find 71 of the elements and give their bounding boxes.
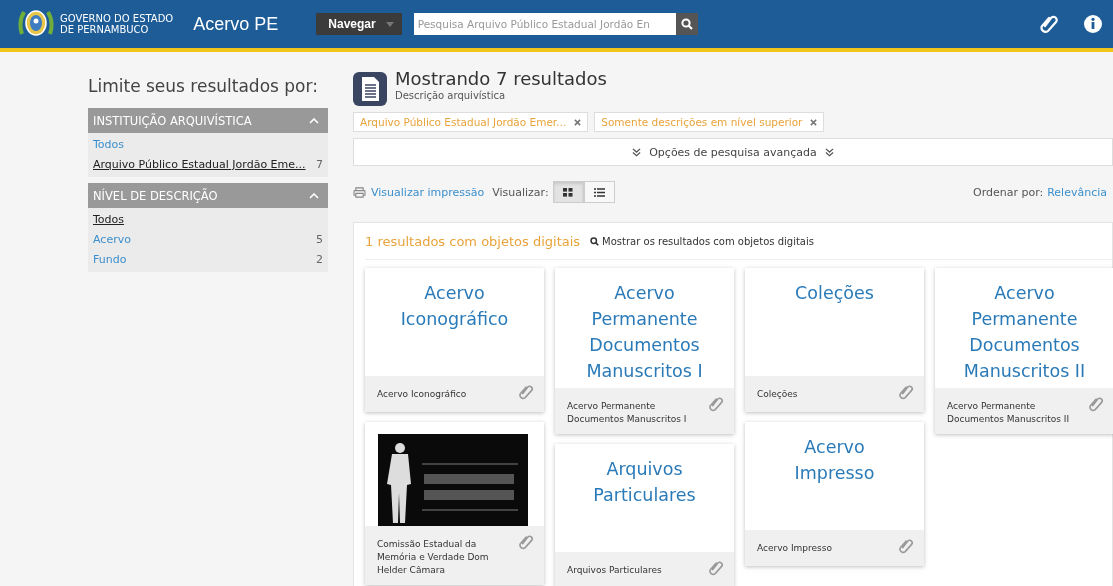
advanced-search-toggle[interactable]: Opções de pesquisa avançada bbox=[353, 138, 1113, 166]
card-caption: Coleções bbox=[757, 388, 798, 401]
printer-icon bbox=[353, 186, 366, 198]
caret-icon bbox=[385, 21, 394, 27]
card-title[interactable]: Acervo Permanente Documentos Manuscritos I bbox=[555, 268, 734, 388]
digital-objects-link[interactable]: Mostrar os resultados com objetos digitais bbox=[590, 235, 814, 247]
facet-link[interactable]: Arquivo Público Estadual Jordão Eme... bbox=[93, 155, 306, 175]
paperclip-icon bbox=[898, 538, 914, 554]
sort-dropdown[interactable]: Relevância bbox=[1047, 185, 1107, 199]
paperclip-icon bbox=[898, 384, 914, 400]
chevron-icon bbox=[309, 192, 319, 199]
paperclip-icon bbox=[518, 384, 534, 400]
card-caption: Arquivos Particulares bbox=[567, 564, 662, 577]
double-chevron-icon bbox=[824, 147, 834, 157]
results-title: Mostrando 7 resultados bbox=[395, 68, 607, 90]
facet-count: 5 bbox=[316, 232, 323, 248]
card-caption: Acervo Impresso bbox=[757, 542, 832, 555]
card-title[interactable]: Acervo Permanente Documentos Manuscritos II bbox=[935, 268, 1113, 388]
card-caption: Acervo Permanente Documentos Manuscritos I bbox=[567, 400, 688, 426]
search-button[interactable] bbox=[675, 13, 698, 35]
document-icon bbox=[353, 72, 387, 106]
result-card[interactable]: Arquivos Particulares Arquivos Particulares bbox=[555, 444, 734, 586]
facet-link[interactable]: Acervo bbox=[93, 230, 131, 250]
result-card[interactable]: Acervo Impresso Acervo Impresso bbox=[745, 422, 924, 566]
card-title[interactable]: Acervo Iconográfico bbox=[365, 268, 544, 376]
site-title[interactable]: Acervo PE bbox=[193, 13, 279, 35]
paperclip-icon bbox=[708, 560, 724, 576]
facet-count: 2 bbox=[316, 252, 323, 268]
double-chevron-icon bbox=[632, 147, 642, 157]
search-icon bbox=[590, 236, 600, 246]
brand-name: GOVERNO DO ESTADO bbox=[60, 13, 174, 24]
card-caption: Acervo Permanente Documentos Manuscritos II bbox=[947, 400, 1071, 426]
card-caption: Acervo Iconográfico bbox=[377, 388, 467, 401]
result-card[interactable]: Acervo Permanente Documentos Manuscritos I Acervo Permanente Documentos Manuscritos I bbox=[555, 268, 734, 434]
facet-link[interactable]: Todos bbox=[93, 135, 125, 155]
close-icon[interactable] bbox=[810, 118, 818, 126]
sidebar-heading: Limite seus resultados por: bbox=[88, 76, 319, 96]
card-title[interactable]: Coleções bbox=[745, 268, 924, 376]
filter-label: Arquivo Público Estadual Jordão Emer... bbox=[360, 116, 567, 128]
card-title[interactable]: Acervo Impresso bbox=[745, 422, 924, 530]
close-icon[interactable] bbox=[574, 118, 582, 126]
grid-icon bbox=[563, 187, 574, 197]
facet-count: 7 bbox=[316, 157, 323, 173]
brand-name: DE PERNAMBUCO bbox=[60, 24, 150, 35]
card-title[interactable]: Arquivos Particulares bbox=[555, 444, 734, 552]
result-card[interactable]: Acervo Permanente Documentos Manuscritos II Acervo Permanente Documentos Manuscritos II bbox=[935, 268, 1113, 434]
card-caption: Comissão Estadual da Memória e Verdade Dom Helder Câmara bbox=[377, 538, 490, 577]
paperclip-icon bbox=[1088, 396, 1104, 412]
grid-view-button[interactable] bbox=[552, 181, 584, 203]
result-card[interactable]: Comissão Estadual da Memória e Verdade Dom Helder Câmara bbox=[365, 422, 544, 585]
search-icon bbox=[680, 18, 693, 30]
filter-label: Somente descrições em nível superior bbox=[601, 116, 803, 128]
view-label: Visualizar: bbox=[492, 185, 549, 199]
print-preview-link[interactable]: Visualizar impressão bbox=[371, 185, 485, 199]
facet-header[interactable]: INSTITUIÇÃO ARQUIVÍSTICA bbox=[88, 108, 328, 133]
browse-dropdown[interactable]: Navegar bbox=[316, 13, 402, 35]
result-card[interactable]: Acervo Iconográfico Acervo Iconográfico bbox=[365, 268, 544, 412]
chevron-icon bbox=[309, 117, 319, 124]
facet-link[interactable]: Todos bbox=[93, 210, 125, 230]
list-icon bbox=[593, 187, 605, 197]
digital-objects-count: 1 resultados com objetos digitais bbox=[365, 233, 581, 249]
sort-label: Ordenar por: bbox=[972, 185, 1044, 199]
facet-link[interactable]: Fundo bbox=[93, 250, 127, 270]
list-view-button[interactable] bbox=[583, 181, 615, 203]
results-subtitle: Descrição arquivística bbox=[395, 90, 507, 101]
result-card[interactable]: Coleções Coleções bbox=[745, 268, 924, 412]
paperclip-icon bbox=[708, 396, 724, 412]
facet-header[interactable]: NÍVEL DE DESCRIÇÃO bbox=[88, 183, 328, 208]
paperclip-icon[interactable] bbox=[1039, 14, 1059, 34]
paperclip-icon bbox=[518, 534, 534, 550]
info-icon[interactable] bbox=[1083, 14, 1103, 34]
